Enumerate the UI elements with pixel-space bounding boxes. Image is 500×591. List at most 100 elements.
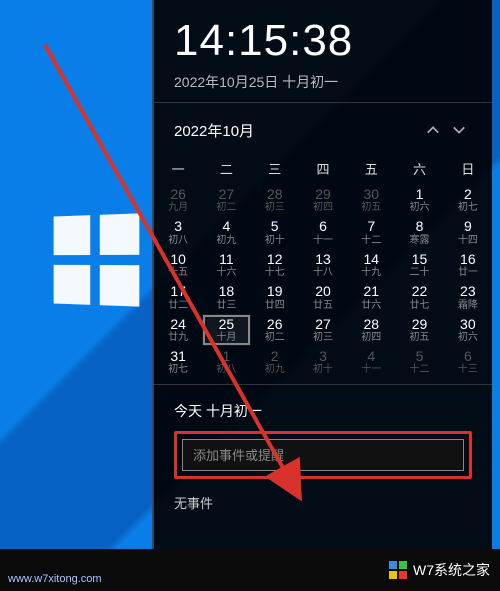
day-lunar: 二十 bbox=[395, 267, 443, 278]
chevron-down-icon bbox=[452, 123, 466, 137]
calendar-day[interactable]: 31初七 bbox=[154, 346, 202, 378]
calendar-day[interactable]: 29初五 bbox=[395, 314, 443, 346]
day-number: 28 bbox=[347, 317, 395, 332]
calendar-day[interactable]: 27初二 bbox=[202, 184, 250, 216]
day-lunar: 初三 bbox=[299, 332, 347, 343]
day-lunar: 十一 bbox=[347, 364, 395, 375]
day-number: 27 bbox=[202, 187, 250, 202]
calendar-day[interactable]: 1初八 bbox=[202, 346, 250, 378]
day-lunar: 十三 bbox=[444, 364, 492, 375]
calendar-day[interactable]: 13十八 bbox=[299, 249, 347, 281]
day-lunar: 初六 bbox=[444, 332, 492, 343]
day-lunar: 廿七 bbox=[395, 300, 443, 311]
day-lunar: 初七 bbox=[154, 364, 202, 375]
calendar-day[interactable]: 30初五 bbox=[347, 184, 395, 216]
calendar-day[interactable]: 3初八 bbox=[154, 216, 202, 248]
next-month-button[interactable] bbox=[446, 117, 472, 143]
day-lunar: 九月 bbox=[154, 202, 202, 213]
day-number: 2 bbox=[251, 349, 299, 364]
calendar-day[interactable]: 18廿三 bbox=[202, 281, 250, 313]
day-number: 8 bbox=[395, 219, 443, 234]
watermark-text: W7系统之家 bbox=[413, 560, 490, 580]
day-number: 17 bbox=[154, 284, 202, 299]
calendar-day[interactable]: 25十月 bbox=[202, 314, 250, 346]
day-lunar: 初九 bbox=[202, 235, 250, 246]
weekday-header: 六 bbox=[395, 153, 443, 184]
agenda-title: 今天 十月初一 bbox=[174, 401, 472, 421]
calendar-day[interactable]: 6十三 bbox=[444, 346, 492, 378]
calendar-day[interactable]: 8寒露 bbox=[395, 216, 443, 248]
calendar-day[interactable]: 27初三 bbox=[299, 314, 347, 346]
calendar-day[interactable]: 5十二 bbox=[395, 346, 443, 378]
day-lunar: 初九 bbox=[251, 364, 299, 375]
calendar-day[interactable]: 1初六 bbox=[395, 184, 443, 216]
weekday-header: 日 bbox=[444, 153, 492, 184]
day-number: 30 bbox=[444, 317, 492, 332]
clock-time: 14:15:38 bbox=[174, 16, 472, 66]
day-number: 26 bbox=[251, 317, 299, 332]
day-lunar: 初八 bbox=[154, 235, 202, 246]
calendar-day[interactable]: 5初十 bbox=[251, 216, 299, 248]
day-lunar: 初十 bbox=[299, 364, 347, 375]
calendar-day[interactable]: 24廿九 bbox=[154, 314, 202, 346]
calendar-day[interactable]: 4十一 bbox=[347, 346, 395, 378]
taskbar[interactable]: www.w7xitong.com W7系统之家 bbox=[0, 549, 500, 591]
calendar-day[interactable]: 15二十 bbox=[395, 249, 443, 281]
calendar-day[interactable]: 2初九 bbox=[251, 346, 299, 378]
day-number: 21 bbox=[347, 284, 395, 299]
chevron-up-icon bbox=[426, 123, 440, 137]
calendar-day[interactable]: 29初四 bbox=[299, 184, 347, 216]
calendar-day[interactable]: 16廿一 bbox=[444, 249, 492, 281]
day-lunar: 初十 bbox=[251, 235, 299, 246]
calendar-day[interactable]: 12十七 bbox=[251, 249, 299, 281]
calendar-day[interactable]: 7十二 bbox=[347, 216, 395, 248]
calendar-day[interactable]: 6十一 bbox=[299, 216, 347, 248]
calendar-day[interactable]: 19廿四 bbox=[251, 281, 299, 313]
watermark-url: www.w7xitong.com bbox=[8, 573, 102, 585]
day-number: 14 bbox=[347, 252, 395, 267]
calendar-day[interactable]: 28初四 bbox=[347, 314, 395, 346]
calendar-day[interactable]: 26初二 bbox=[251, 314, 299, 346]
calendar-day[interactable]: 11十六 bbox=[202, 249, 250, 281]
day-number: 3 bbox=[299, 349, 347, 364]
calendar-day[interactable]: 14十九 bbox=[347, 249, 395, 281]
calendar-day[interactable]: 2初七 bbox=[444, 184, 492, 216]
calendar-day[interactable]: 10十五 bbox=[154, 249, 202, 281]
calendar-day[interactable]: 21廿六 bbox=[347, 281, 395, 313]
day-lunar: 廿四 bbox=[251, 300, 299, 311]
watermark-brand: W7系统之家 bbox=[389, 560, 490, 580]
calendar-day[interactable]: 17廿二 bbox=[154, 281, 202, 313]
calendar-day[interactable]: 3初十 bbox=[299, 346, 347, 378]
day-lunar: 初四 bbox=[299, 202, 347, 213]
calendar-day[interactable]: 20廿五 bbox=[299, 281, 347, 313]
day-number: 6 bbox=[299, 219, 347, 234]
day-lunar: 初三 bbox=[251, 202, 299, 213]
prev-month-button[interactable] bbox=[420, 117, 446, 143]
day-number: 11 bbox=[202, 252, 250, 267]
day-number: 28 bbox=[251, 187, 299, 202]
day-number: 22 bbox=[395, 284, 443, 299]
calendar-day[interactable]: 9十四 bbox=[444, 216, 492, 248]
month-header: 2022年10月 bbox=[154, 103, 492, 153]
day-number: 2 bbox=[444, 187, 492, 202]
day-number: 25 bbox=[202, 317, 250, 332]
month-label[interactable]: 2022年10月 bbox=[174, 120, 420, 141]
calendar-day[interactable]: 28初三 bbox=[251, 184, 299, 216]
calendar-day[interactable]: 22廿七 bbox=[395, 281, 443, 313]
day-lunar: 初二 bbox=[202, 202, 250, 213]
day-number: 30 bbox=[347, 187, 395, 202]
day-lunar: 十二 bbox=[347, 235, 395, 246]
day-lunar: 廿二 bbox=[154, 300, 202, 311]
calendar-day[interactable]: 23霜降 bbox=[444, 281, 492, 313]
agenda-section: 今天 十月初一 无事件 bbox=[154, 385, 492, 520]
calendar-day[interactable]: 26九月 bbox=[154, 184, 202, 216]
weekday-header: 四 bbox=[299, 153, 347, 184]
calendar-day[interactable]: 30初六 bbox=[444, 314, 492, 346]
add-event-input[interactable] bbox=[182, 439, 464, 471]
day-lunar: 十六 bbox=[202, 267, 250, 278]
day-lunar: 寒露 bbox=[395, 235, 443, 246]
day-number: 26 bbox=[154, 187, 202, 202]
calendar-flyout: 14:15:38 2022年10月25日 十月初一 2022年10月 一二三四五… bbox=[152, 0, 492, 549]
day-lunar: 廿五 bbox=[299, 300, 347, 311]
calendar-day[interactable]: 4初九 bbox=[202, 216, 250, 248]
